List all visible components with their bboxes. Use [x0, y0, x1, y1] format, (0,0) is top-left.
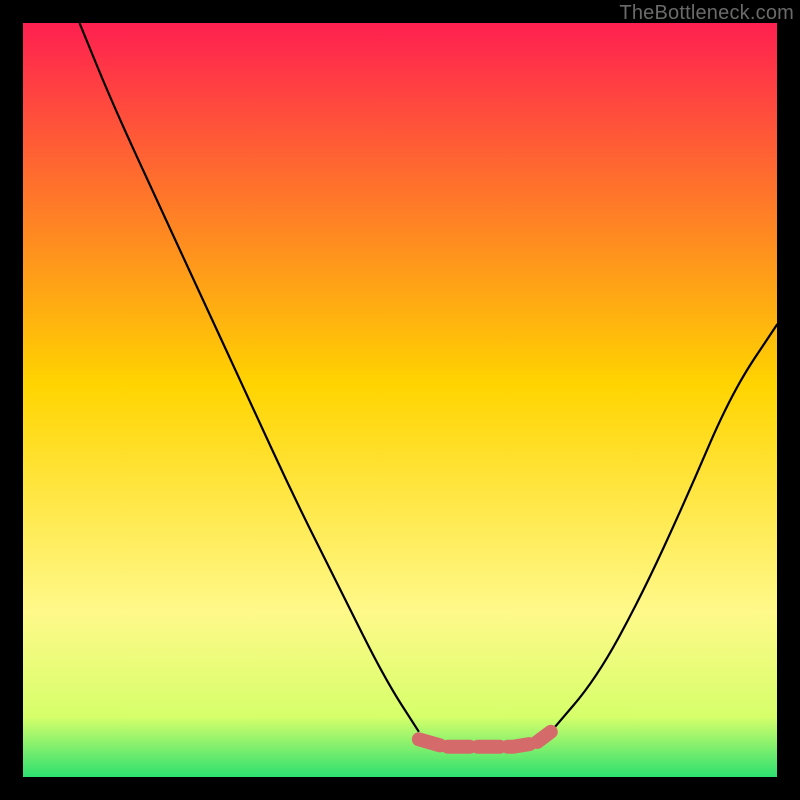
chart-frame: TheBottleneck.com — [0, 0, 800, 800]
gradient-background — [23, 23, 777, 777]
plot-area — [23, 23, 777, 777]
watermark-text: TheBottleneck.com — [619, 2, 794, 25]
chart-svg — [23, 23, 777, 777]
